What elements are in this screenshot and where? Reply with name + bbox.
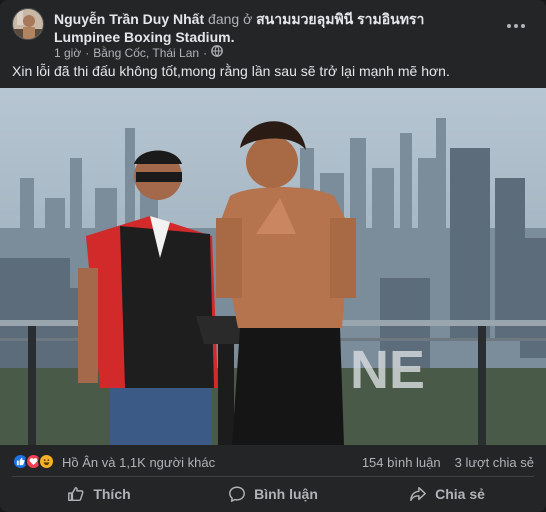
author-line: Nguyễn Trần Duy Nhất đang ở สนามมวยลุมพิ… [54,10,494,46]
post-header: Nguyễn Trần Duy Nhất đang ở สนามมวยลุมพิ… [12,8,534,60]
comment-button[interactable]: Bình luận [186,480,360,508]
reactions-bar: Hồ Ân và 1,1K người khác 154 bình luận 3… [12,452,534,472]
post-time[interactable]: 1 giờ [54,46,81,60]
post-place[interactable]: Bằng Cốc, Thái Lan [93,46,199,60]
author-name[interactable]: Nguyễn Trần Duy Nhất [54,11,204,27]
post-caption: Xin lỗi đã thi đấu không tốt,mong rằng l… [12,63,450,79]
post-meta: 1 giờ · Bằng Cốc, Thái Lan · [54,45,223,60]
post-card: Nguyễn Trần Duy Nhất đang ở สนามมวยลุมพิ… [0,0,546,512]
share-icon [409,485,427,503]
location-suffix: . [230,29,235,45]
comment-icon [228,485,246,503]
comment-label: Bình luận [254,486,318,502]
author-avatar[interactable] [12,8,44,40]
thumbs-up-icon [67,485,85,503]
haha-icon [38,453,55,470]
reaction-icons[interactable] [12,453,55,470]
actions-divider [12,476,534,477]
share-count[interactable]: 3 lượt chia sẻ [455,455,534,470]
location-prefix: đang ở [208,11,253,27]
comment-count[interactable]: 154 bình luận [362,455,441,470]
share-label: Chia sẻ [435,486,485,502]
more-options-button[interactable] [502,12,530,40]
post-photo[interactable]: NE [0,88,546,445]
engagement-counts: 154 bình luận 3 lượt chia sẻ [362,455,534,470]
globe-icon[interactable] [211,45,223,60]
like-label: Thích [93,486,131,502]
share-button[interactable]: Chia sẻ [360,480,534,508]
reaction-summary[interactable]: Hồ Ân và 1,1K người khác [62,455,215,470]
meta-separator: · [85,45,90,60]
action-bar: Thích Bình luận Chia sẻ [12,480,534,508]
like-button[interactable]: Thích [12,480,186,508]
meta-separator-2: · [203,45,208,60]
photo-watermark: NE [350,340,425,400]
